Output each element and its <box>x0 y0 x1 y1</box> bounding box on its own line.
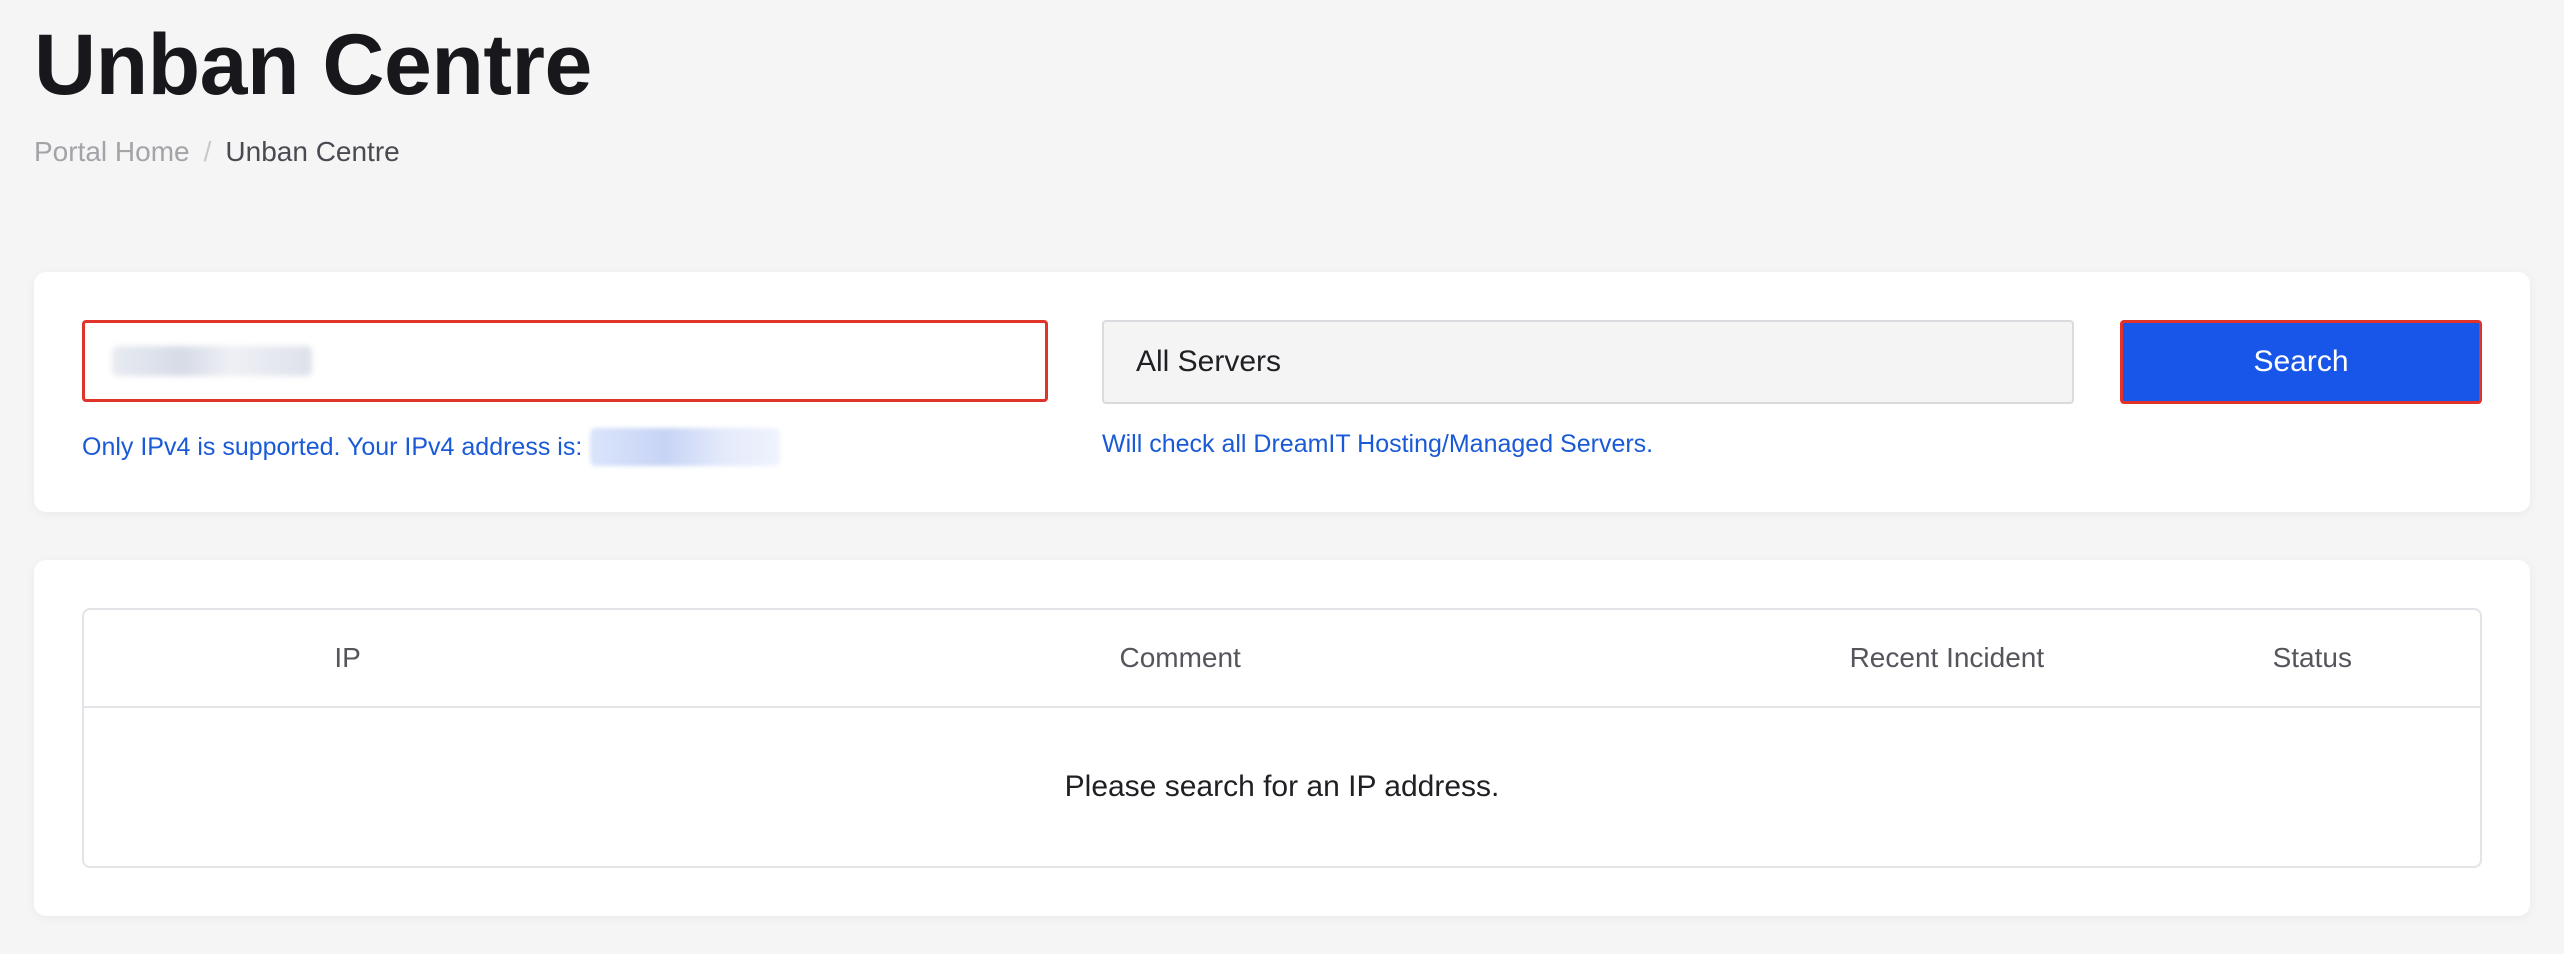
table-row-empty: Please search for an IP address. <box>84 707 2480 866</box>
server-select-value: All Servers <box>1136 345 1282 378</box>
ip-input-redacted-value <box>112 346 312 376</box>
server-select[interactable]: All Servers <box>1102 320 2074 404</box>
user-ip-redacted-value <box>590 428 781 466</box>
results-table-container: IP Comment Recent Incident Status Please… <box>82 608 2482 868</box>
breadcrumb-separator: / <box>203 136 212 167</box>
ip-help-text: Only IPv4 is supported. Your IPv4 addres… <box>82 428 781 466</box>
results-table: IP Comment Recent Incident Status Please… <box>84 610 2480 866</box>
search-button[interactable]: Search <box>2120 320 2482 404</box>
column-header-comment[interactable]: Comment <box>611 610 1750 708</box>
breadcrumb-portal-home-link[interactable]: Portal Home <box>34 134 190 170</box>
server-help-text: Will check all DreamIT Hosting/Managed S… <box>1102 430 1654 458</box>
breadcrumb-current: Unban Centre <box>225 136 400 167</box>
table-header-row: IP Comment Recent Incident Status <box>84 610 2480 708</box>
column-header-status[interactable]: Status <box>2144 610 2480 708</box>
ip-help-label: Only IPv4 is supported. Your IPv4 addres… <box>82 433 583 461</box>
column-header-ip[interactable]: IP <box>84 610 612 708</box>
page-title: Unban Centre <box>34 17 592 113</box>
results-card: IP Comment Recent Incident Status Please… <box>34 560 2530 916</box>
search-card: Only IPv4 is supported. Your IPv4 addres… <box>34 272 2530 512</box>
breadcrumb: Portal Home / Unban Centre <box>34 134 400 170</box>
column-header-recent-incident[interactable]: Recent Incident <box>1749 610 2145 708</box>
empty-results-message: Please search for an IP address. <box>1064 770 1500 803</box>
